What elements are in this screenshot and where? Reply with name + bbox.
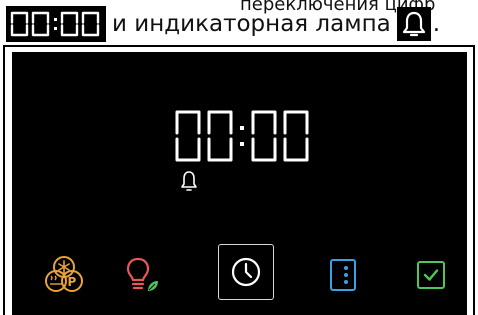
period: . [432,11,441,37]
menu-button[interactable] [316,248,370,302]
time-display [173,108,313,168]
clock-button[interactable] [218,244,274,300]
ok-button[interactable] [404,248,458,302]
hot-air-program-button[interactable]: P [37,248,91,302]
instruction-line: переключения цифр и индикаторная лампа . [0,0,478,46]
lamp-leaf-icon [126,257,158,291]
svg-text:P: P [68,275,77,289]
mini-display-digits-icon [6,6,106,42]
instruction-row: и индикаторная лампа . [6,6,440,42]
hot-air-p-icon: P [45,256,83,292]
control-panel: P [12,52,467,315]
page: переключения цифр и индикаторная лампа .… [0,0,478,315]
bell-icon [396,7,431,41]
lamp-eco-button[interactable] [115,248,169,302]
check-icon [417,261,445,289]
vertical-dots-icon [330,259,356,291]
clock-icon [231,257,261,287]
alarm-bell-indicator-icon [180,170,198,196]
instruction-text: и индикаторная лампа [112,11,391,37]
